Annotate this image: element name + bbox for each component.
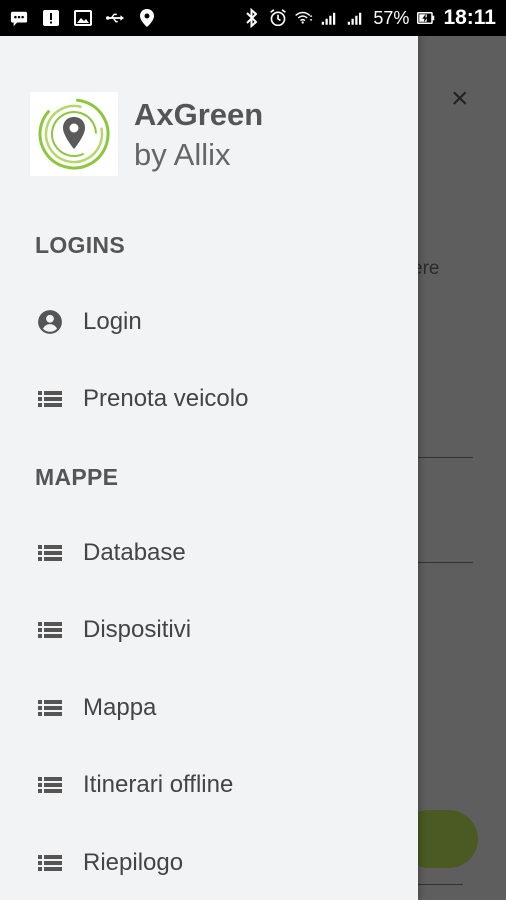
menu-item-label: Mappa (83, 694, 157, 721)
signal-icon (347, 9, 365, 27)
image-icon (74, 9, 92, 27)
menu-item-itinerari-offline[interactable]: Itinerari offline (0, 757, 418, 813)
list-icon (36, 849, 64, 877)
section-title-logins: LOGINS (35, 232, 125, 258)
menu-item-label: Dispositivi (83, 616, 192, 643)
section-title-mappe: MAPPE (35, 464, 119, 490)
menu-item-prenota-veicolo[interactable]: Prenota veicolo (0, 371, 418, 427)
list-icon (36, 385, 64, 413)
account-circle-icon (36, 308, 64, 336)
menu-item-label: Login (83, 308, 142, 335)
status-bar: 57% 18:11 (0, 0, 506, 36)
app-logo (30, 92, 118, 176)
alert-icon (42, 9, 60, 27)
menu-item-dispositivi[interactable]: Dispositivi (0, 602, 418, 658)
close-icon[interactable]: × (451, 84, 469, 114)
menu-item-database[interactable]: Database (0, 525, 418, 581)
background-input-underline (418, 457, 473, 458)
list-icon (36, 539, 64, 567)
menu-item-label: Database (83, 539, 186, 566)
menu-item-mappa[interactable]: Mappa (0, 680, 418, 736)
list-icon (36, 694, 64, 722)
battery-charging-icon (417, 9, 435, 27)
alarm-icon (269, 9, 287, 27)
menu-item-label: Riepilogo (83, 849, 184, 876)
brand-block: AxGreen by Allix (134, 97, 264, 179)
chat-icon (10, 9, 28, 27)
list-icon (36, 616, 64, 644)
usb-icon (106, 9, 124, 27)
background-divider (418, 884, 463, 885)
battery-percentage: 57% (373, 7, 410, 28)
clock: 18:11 (443, 6, 496, 29)
list-icon (36, 771, 64, 799)
menu-item-label: Itinerari offline (83, 771, 234, 798)
background-input-underline (418, 562, 473, 563)
brand-subtitle: by Allix (134, 137, 231, 173)
menu-item-login[interactable]: Login (0, 294, 418, 350)
bluetooth-icon (243, 8, 261, 28)
menu-item-riepilogo[interactable]: Riepilogo (0, 835, 418, 891)
location-icon (138, 9, 156, 27)
menu-item-label: Prenota veicolo (83, 385, 249, 412)
navigation-drawer: AxGreen by Allix LOGINS Login Prenota ve… (0, 36, 418, 900)
signal-icon (321, 9, 339, 27)
drawer-header: AxGreen by Allix (30, 92, 263, 179)
wifi-icon (295, 9, 313, 27)
brand-name: AxGreen (134, 97, 264, 132)
